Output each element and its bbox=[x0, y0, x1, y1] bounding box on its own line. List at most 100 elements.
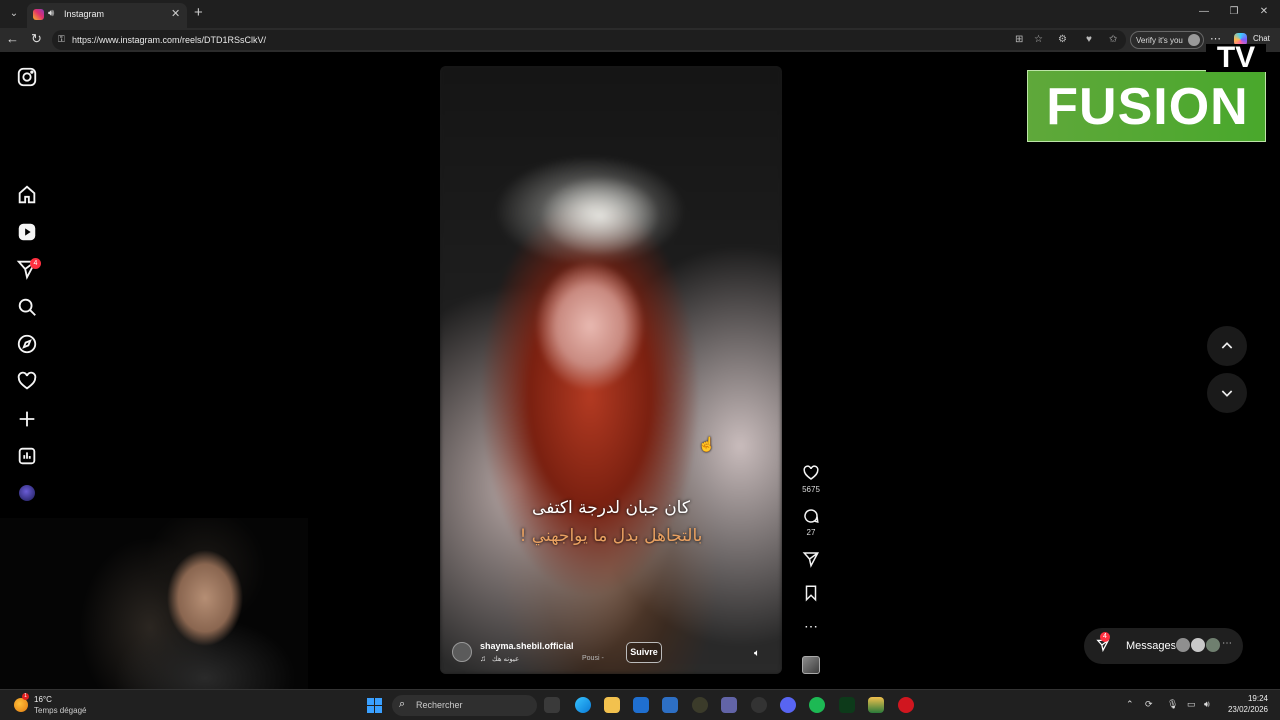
favorite-star-icon[interactable]: ☆ bbox=[1034, 34, 1043, 45]
site-info-icon[interactable]: ⚿ bbox=[58, 34, 65, 45]
verify-label: Verify it's you bbox=[1136, 36, 1183, 45]
logo-tv-badge: TV bbox=[1206, 41, 1266, 74]
clock-date[interactable]: 23/02/2026 bbox=[1220, 705, 1268, 714]
reel-subtitle-line-1: كان جبان لدرجة اكتفى bbox=[532, 498, 690, 518]
volume-icon[interactable]: 🔈︎ bbox=[754, 648, 760, 659]
network-icon[interactable]: ▭ bbox=[1187, 699, 1196, 710]
weather-sun-icon[interactable] bbox=[14, 698, 28, 712]
streamer-webcam bbox=[0, 518, 308, 689]
messages-badge: 4 bbox=[30, 258, 41, 269]
back-arrow-icon[interactable]: ← bbox=[6, 31, 19, 46]
logo-tv-text: TV bbox=[1216, 41, 1256, 74]
clock-time[interactable]: 19:24 bbox=[1226, 694, 1268, 703]
instagram-logo-icon[interactable] bbox=[16, 66, 38, 88]
tab-close-icon[interactable]: ✕ bbox=[171, 7, 180, 20]
chevron-down-icon bbox=[1221, 390, 1233, 397]
hand-cursor-icon: ☝ bbox=[698, 436, 716, 452]
browser-essentials-icon[interactable]: ♥ bbox=[1086, 34, 1092, 45]
taskbar-search-placeholder: Rechercher bbox=[416, 700, 463, 710]
create-plus-icon[interactable] bbox=[16, 408, 38, 430]
follow-button[interactable]: Suivre bbox=[626, 642, 662, 663]
url-text[interactable]: https://www.instagram.com/reels/DTD1RSsC… bbox=[72, 35, 266, 45]
tab-audio-icon[interactable]: 🔊︎ bbox=[48, 8, 59, 21]
restore-icon[interactable]: ❐ bbox=[1227, 6, 1241, 17]
comment-count: 27 bbox=[806, 528, 816, 537]
save-bookmark-icon[interactable] bbox=[800, 584, 822, 607]
search-icon[interactable] bbox=[16, 296, 38, 318]
audio-track-artist[interactable]: Pousi - bbox=[582, 655, 604, 662]
messages-label: Messages bbox=[1126, 640, 1177, 652]
app-icon[interactable] bbox=[751, 697, 767, 713]
windows-start-icon[interactable] bbox=[367, 698, 383, 714]
spotify-icon[interactable] bbox=[809, 697, 825, 713]
reload-icon[interactable]: ↻ bbox=[31, 31, 42, 47]
reels-icon[interactable] bbox=[16, 221, 38, 243]
comment-icon[interactable] bbox=[800, 507, 822, 530]
profile-avatar[interactable] bbox=[19, 485, 35, 501]
window-close-icon[interactable]: ✕ bbox=[1257, 6, 1271, 17]
home-icon[interactable] bbox=[16, 184, 38, 206]
reel-video-frame bbox=[440, 66, 782, 674]
windows-taskbar: 1 16°C Temps dégagé ⌕ Rechercher ⌃ ⟳ 🎙︎ … bbox=[0, 689, 1280, 720]
outlook-icon[interactable] bbox=[633, 697, 649, 713]
weather-badge: 1 bbox=[22, 693, 29, 700]
reel-video[interactable]: كان جبان لدرجة اكتفى بالتجاهل بدل ما يوا… bbox=[440, 66, 782, 674]
music-note-icon: ♫ bbox=[480, 654, 486, 663]
verify-profile-button[interactable]: Verify it's you bbox=[1130, 31, 1204, 49]
weather-description[interactable]: Temps dégagé bbox=[34, 706, 86, 715]
new-tab-button[interactable]: + bbox=[194, 4, 203, 21]
profile-avatar-icon bbox=[1188, 34, 1200, 46]
browser-tab-strip: ⌄ 🔊︎ Instagram ✕ + — ❐ ✕ bbox=[0, 0, 1280, 28]
tray-overflow-chevron-icon[interactable]: ⌃ bbox=[1126, 699, 1134, 710]
task-view-icon[interactable] bbox=[544, 697, 560, 713]
extensions-icon[interactable]: ⚙ bbox=[1058, 34, 1067, 45]
chevron-up-icon bbox=[1221, 342, 1233, 349]
more-actions-icon[interactable]: ⋯ bbox=[800, 618, 822, 635]
browser-toolbar: ← ↻ ⚿ https://www.instagram.com/reels/DT… bbox=[0, 28, 1280, 52]
more-contacts-icon: ⋯ bbox=[1222, 638, 1232, 649]
tab-title: Instagram bbox=[64, 9, 105, 19]
messages-pill-badge: 4 bbox=[1100, 632, 1110, 642]
search-magnifier-icon: ⌕ bbox=[399, 698, 406, 710]
minimize-icon[interactable]: — bbox=[1197, 6, 1211, 17]
app-available-icon[interactable]: ⊞ bbox=[1015, 34, 1023, 45]
app-icon[interactable] bbox=[692, 697, 708, 713]
contact-avatar bbox=[1175, 637, 1191, 653]
like-count: 5675 bbox=[802, 485, 820, 494]
app-icon[interactable] bbox=[868, 697, 884, 713]
like-heart-icon[interactable] bbox=[800, 464, 822, 487]
fusion-tv-logo: FUSION bbox=[1027, 70, 1266, 142]
teams-icon[interactable] bbox=[721, 697, 737, 713]
tray-app-icon[interactable]: ⟳ bbox=[1145, 699, 1153, 710]
favorites-icon[interactable]: ✩ bbox=[1109, 34, 1117, 45]
dashboard-icon[interactable] bbox=[16, 445, 38, 467]
tab-actions-chevron-icon[interactable]: ⌄ bbox=[6, 6, 22, 22]
logo-main-text: FUSION bbox=[1046, 78, 1249, 136]
discord-icon[interactable] bbox=[780, 697, 796, 713]
notifications-heart-icon[interactable] bbox=[16, 370, 38, 392]
previous-reel-button[interactable] bbox=[1207, 326, 1247, 366]
opera-icon[interactable] bbox=[898, 697, 914, 713]
share-icon[interactable] bbox=[800, 550, 822, 573]
tab-instagram[interactable]: 🔊︎ Instagram ✕ bbox=[27, 3, 187, 28]
instagram-favicon-icon bbox=[33, 9, 44, 20]
file-explorer-icon[interactable] bbox=[604, 697, 620, 713]
author-username[interactable]: shayma.shebil.official bbox=[480, 641, 574, 651]
contact-avatar bbox=[1205, 637, 1221, 653]
edge-browser-icon[interactable] bbox=[575, 697, 591, 713]
contact-avatar bbox=[1190, 637, 1206, 653]
address-bar[interactable]: ⚿ https://www.instagram.com/reels/DTD1RS… bbox=[52, 30, 1126, 50]
author-avatar[interactable] bbox=[452, 642, 472, 662]
messages-pill[interactable]: 4 Messages ⋯ bbox=[1084, 628, 1243, 664]
explore-icon[interactable] bbox=[16, 333, 38, 355]
taskbar-search[interactable]: ⌕ Rechercher bbox=[392, 695, 537, 716]
app-icon[interactable] bbox=[839, 697, 855, 713]
audio-track-name[interactable]: عيونه هك bbox=[492, 655, 519, 663]
microphone-icon[interactable]: 🎙︎ bbox=[1167, 699, 1178, 710]
speaker-icon[interactable]: 🔊︎ bbox=[1204, 699, 1210, 710]
audio-thumbnail[interactable] bbox=[802, 656, 820, 674]
weather-temperature[interactable]: 16°C bbox=[34, 695, 52, 704]
next-reel-button[interactable] bbox=[1207, 373, 1247, 413]
reel-subtitle-line-2: بالتجاهل بدل ما يواجهني ! bbox=[519, 526, 703, 546]
store-icon[interactable] bbox=[662, 697, 678, 713]
